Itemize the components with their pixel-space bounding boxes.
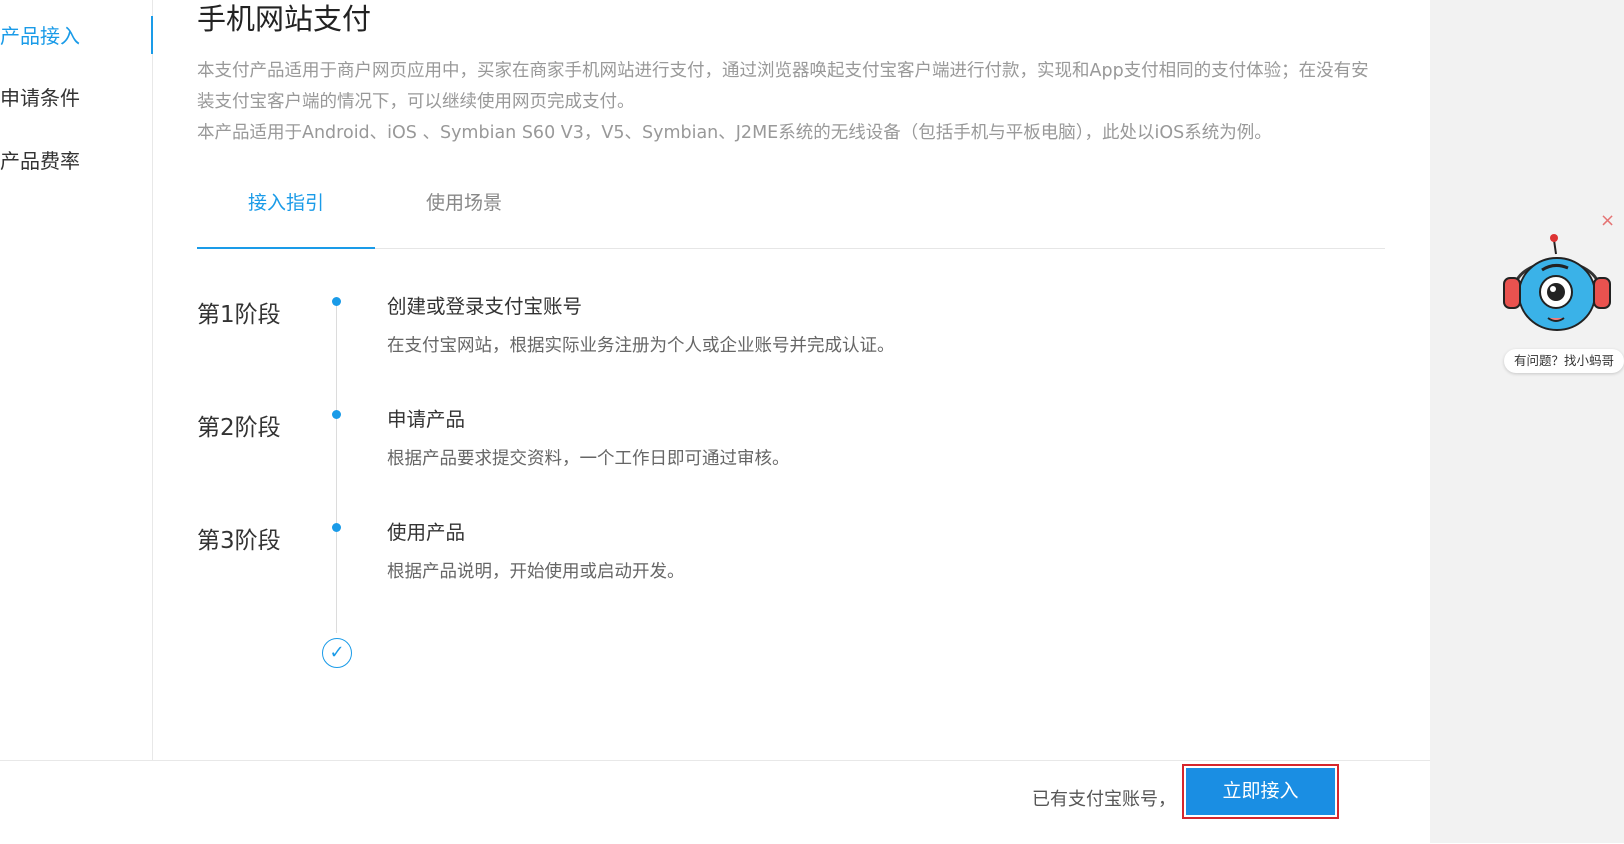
tab-use-cases[interactable]: 使用场景 — [375, 180, 553, 248]
sidebar-item-label: 产品费率 — [0, 149, 80, 173]
timeline-line — [336, 300, 337, 633]
stage-2-desc: 根据产品要求提交资料，一个工作日即可通过审核。 — [387, 449, 790, 469]
stage-3-dot — [332, 523, 341, 532]
stage-3-title: 使用产品 — [387, 521, 466, 544]
sidebar-item-rates[interactable]: 产品费率 — [0, 141, 152, 181]
description-line: 本支付产品适用于商户网页应用中，买家在商家手机网站进行支付，通过浏览器唤起支付宝… — [197, 61, 1369, 81]
close-icon[interactable]: × — [1600, 210, 1615, 231]
helper-caption: 有问题？找小蚂哥 — [1504, 349, 1624, 373]
sidebar-item-product-access[interactable]: 产品接入 — [0, 16, 152, 56]
description-line: 装支付宝客户端的情况下，可以继续使用网页完成支付。 — [197, 92, 635, 112]
right-side-panel — [1430, 0, 1624, 843]
access-now-button[interactable]: 立即接入 — [1186, 768, 1335, 815]
stage-3-desc: 根据产品说明，开始使用或启动开发。 — [387, 562, 685, 582]
stage-1-label: 第1阶段 — [197, 302, 281, 328]
stage-2-title: 申请产品 — [387, 408, 466, 431]
sidebar-item-label: 产品接入 — [0, 24, 80, 48]
sidebar-active-indicator — [151, 16, 153, 54]
bottom-action-bar: 已有支付宝账号， 立即接入 — [0, 760, 1430, 844]
stage-2-dot — [332, 410, 341, 419]
check-circle-icon: ✓ — [322, 638, 352, 668]
page-title: 手机网站支付 — [197, 2, 372, 36]
tab-label: 接入指引 — [247, 192, 324, 214]
tab-label: 使用场景 — [425, 192, 502, 214]
product-description: 本支付产品适用于商户网页应用中，买家在商家手机网站进行支付，通过浏览器唤起支付宝… — [197, 56, 1387, 149]
sidebar: 产品接入 申请条件 产品费率 — [0, 0, 153, 760]
robot-mascot-icon — [1503, 234, 1611, 331]
has-account-text: 已有支付宝账号， — [1032, 789, 1176, 810]
stage-1-desc: 在支付宝网站，根据实际业务注册为个人或企业账号并完成认证。 — [387, 336, 895, 356]
description-line: 本产品适用于Android、iOS 、Symbian S60 V3，V5、Sym… — [197, 123, 1272, 143]
stage-3-label: 第3阶段 — [197, 528, 281, 554]
sidebar-item-label: 申请条件 — [0, 86, 80, 110]
tab-bar: 接入指引 使用场景 — [197, 180, 1385, 249]
sidebar-item-requirements[interactable]: 申请条件 — [0, 78, 152, 118]
stage-1-dot — [332, 297, 341, 306]
tab-integration-guide[interactable]: 接入指引 — [197, 180, 375, 249]
stage-1-title: 创建或登录支付宝账号 — [387, 295, 583, 318]
stage-2-label: 第2阶段 — [197, 415, 281, 441]
